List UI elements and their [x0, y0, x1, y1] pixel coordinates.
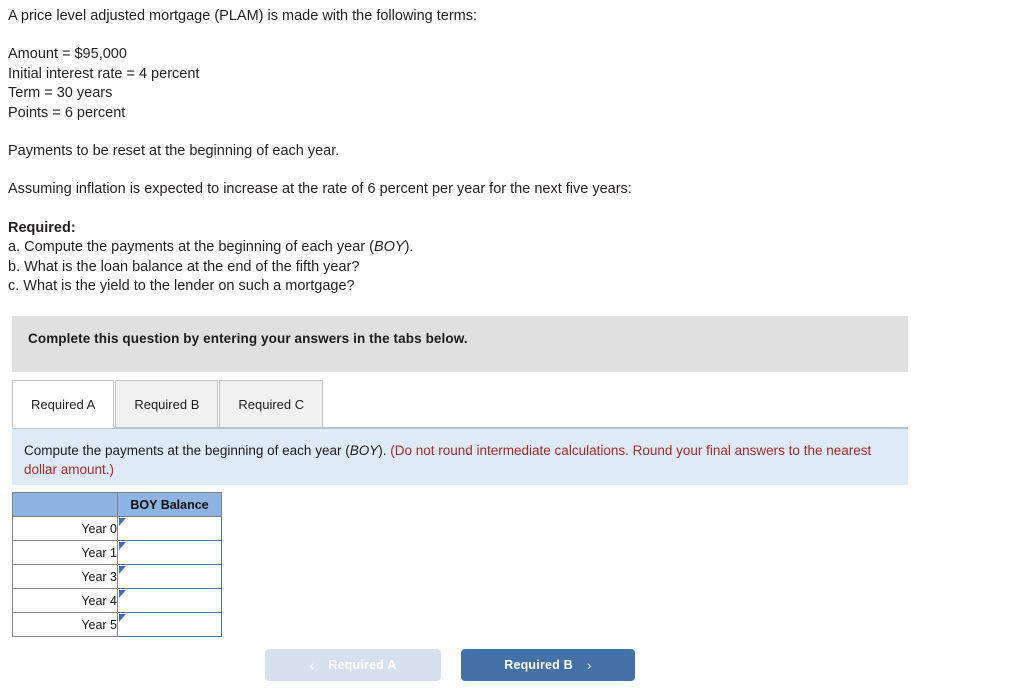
tab-required-b[interactable]: Required B — [115, 380, 219, 428]
table-row: Year 4 — [12, 588, 222, 613]
tab-instruction-panel: Compute the payments at the beginning of… — [12, 427, 908, 485]
table-header-row: BOY Balance — [12, 492, 222, 517]
boy-balance-input-year-5[interactable] — [118, 613, 221, 636]
input-cell-year-3[interactable] — [117, 564, 222, 589]
term-length: Term = 30 years — [8, 85, 113, 102]
next-button-label: Required B — [504, 658, 573, 672]
previous-button-label: Required A — [328, 658, 397, 672]
row-label-year-1: Year 1 — [12, 540, 118, 565]
table-row: Year 3 — [12, 564, 222, 589]
term-points: Points = 6 percent — [8, 104, 126, 121]
required-c-line: c. What is the yield to the lender on su… — [8, 278, 355, 295]
chevron-left-icon: ‹ — [309, 657, 315, 673]
instruction-banner-text: Complete this question by entering your … — [28, 331, 468, 346]
problem-statement: A price level adjusted mortgage (PLAM) i… — [8, 7, 968, 296]
answer-table-head: BOY Balance — [12, 492, 222, 517]
table-row: Year 5 — [12, 612, 222, 637]
previous-required-a-button[interactable]: ‹ Required A — [265, 649, 441, 681]
required-a-line: a. Compute the payments at the beginning… — [8, 238, 968, 257]
column-header-blank — [12, 492, 118, 517]
problem-intro: A price level adjusted mortgage (PLAM) i… — [8, 8, 478, 24]
tab-instruction-text: Compute the payments at the beginning of… — [12, 429, 908, 479]
boy-balance-input-year-3[interactable] — [118, 565, 221, 588]
answer-table-body: Year 0 Year 1 Year 3 Year 4 Year 5 — [12, 516, 222, 637]
tab-required-c-label: Required C — [238, 396, 305, 412]
column-header-boy-balance: BOY Balance — [117, 492, 222, 517]
term-initial-rate: Initial interest rate = 4 percent — [8, 65, 200, 82]
required-a-pre: a. Compute the payments at the beginning… — [8, 239, 374, 256]
tab-instruction-italic: BOY — [349, 443, 379, 458]
input-cell-year-5[interactable] — [117, 612, 222, 637]
input-cell-year-0[interactable] — [117, 516, 222, 541]
tab-required-a[interactable]: Required A — [12, 380, 115, 428]
next-required-b-button[interactable]: Required B › — [461, 649, 635, 681]
term-amount: Amount = $95,000 — [8, 46, 127, 63]
tab-bar: Required A Required B Required C — [12, 380, 324, 428]
tab-instruction-post: ). — [378, 443, 391, 458]
input-cell-year-4[interactable] — [117, 588, 222, 613]
inflation-note: Assuming inflation is expected to increa… — [8, 181, 632, 198]
answer-table: BOY Balance Year 0 Year 1 Year 3 Year 4 … — [12, 492, 222, 637]
row-label-year-4: Year 4 — [12, 588, 118, 613]
required-a-post: ). — [404, 239, 414, 256]
required-b-line: b. What is the loan balance at the end o… — [8, 258, 360, 275]
chevron-right-icon: › — [586, 657, 592, 673]
table-row: Year 1 — [12, 540, 222, 565]
tab-required-c[interactable]: Required C — [219, 380, 324, 428]
required-a-italic: BOY — [373, 239, 405, 256]
input-cell-year-1[interactable] — [117, 540, 222, 565]
row-label-year-3: Year 3 — [12, 564, 118, 589]
tab-instruction-pre: Compute the payments at the beginning of… — [24, 443, 350, 458]
table-row: Year 0 — [12, 516, 222, 541]
boy-balance-input-year-0[interactable] — [118, 517, 221, 540]
boy-balance-input-year-1[interactable] — [118, 541, 221, 564]
row-label-year-5: Year 5 — [12, 612, 118, 637]
reset-note: Payments to be reset at the beginning of… — [8, 143, 340, 160]
tab-required-a-label: Required A — [31, 396, 96, 412]
row-label-year-0: Year 0 — [12, 516, 118, 541]
instruction-banner: Complete this question by entering your … — [12, 316, 908, 372]
tab-required-b-label: Required B — [134, 396, 200, 412]
required-label: Required: — [8, 219, 76, 236]
boy-balance-input-year-4[interactable] — [118, 589, 221, 612]
